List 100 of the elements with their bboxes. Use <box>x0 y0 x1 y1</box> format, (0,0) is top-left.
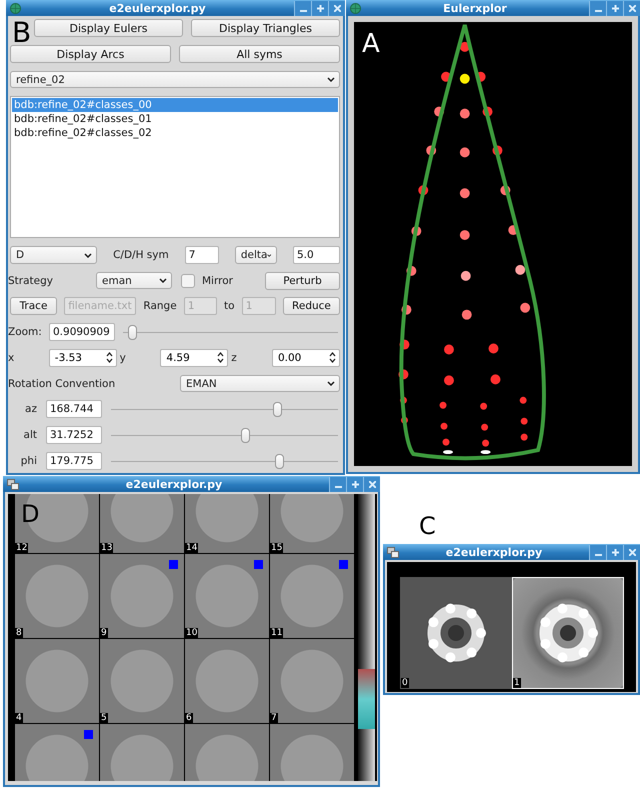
strategy-label: Strategy <box>8 274 54 286</box>
windows-icon <box>387 546 399 558</box>
panel-label: B <box>12 19 32 47</box>
ring-particle-drawing <box>538 603 598 663</box>
maximize-button[interactable] <box>606 544 623 560</box>
windows-icon <box>7 478 19 490</box>
strategy-dropdown[interactable]: eman <box>96 272 172 289</box>
display-triangles-button[interactable]: Display Triangles <box>191 19 340 37</box>
image-index: 11 <box>270 628 284 638</box>
axis-label: x <box>8 352 16 364</box>
caret-icon <box>327 77 335 82</box>
angle-label: az <box>24 403 37 415</box>
caret-icon <box>159 278 167 283</box>
range-label: Range <box>143 300 177 312</box>
dataset-dropdown[interactable]: refine_02 <box>10 71 340 88</box>
particle-image-placeholder[interactable]: 7 <box>270 639 354 723</box>
particle-image-placeholder[interactable]: 9 <box>100 554 184 638</box>
coordinate-spinbox[interactable]: -3.53 <box>48 349 117 367</box>
particle-image-placeholder[interactable]: 14 <box>185 494 269 553</box>
close-icon <box>334 4 340 12</box>
minimize-button[interactable] <box>294 0 311 16</box>
window-title: Eulerxplor <box>442 2 508 14</box>
all-syms-button[interactable]: All syms <box>179 45 340 63</box>
particle-image-placeholder[interactable]: 15 <box>270 494 354 553</box>
image-index: 6 <box>185 713 193 723</box>
rotation-convention-dropdown[interactable]: EMAN <box>180 375 340 392</box>
plus-icon <box>612 4 618 12</box>
image-index: 4 <box>15 713 23 723</box>
list-item[interactable]: bdb:refine_02#classes_02 <box>12 126 338 140</box>
image-index: 7 <box>270 713 278 723</box>
image-index: 12 <box>15 543 28 553</box>
minimize-button[interactable] <box>589 544 606 560</box>
class-average-image[interactable]: 1 <box>512 577 624 689</box>
display-eulers-button[interactable]: Display Eulers <box>34 19 183 37</box>
sampling-field[interactable]: 5.0 <box>292 246 340 264</box>
symmetry-field[interactable]: 7 <box>184 246 219 264</box>
angle-field[interactable]: 31.7252 <box>46 426 102 444</box>
particle-image-placeholder[interactable]: 4 <box>15 639 99 723</box>
close-button[interactable] <box>328 0 345 16</box>
slider-thumb[interactable] <box>240 428 250 442</box>
viewer-canvas[interactable]: A <box>351 19 635 469</box>
coordinate-spinbox[interactable]: 0.00 <box>272 349 340 367</box>
close-button[interactable] <box>623 544 640 560</box>
image-index: 13 <box>100 543 114 553</box>
close-icon <box>628 548 636 556</box>
caret-icon <box>267 252 272 258</box>
slider-thumb[interactable] <box>272 402 282 416</box>
spin-arrows-icon <box>217 352 224 363</box>
window-title: e2eulerxplor.py <box>124 478 224 490</box>
image-index: 9 <box>100 628 108 638</box>
maximize-button[interactable] <box>311 0 328 16</box>
zoom-label: Zoom: <box>8 326 41 338</box>
particle-image-placeholder[interactable]: 13 <box>100 494 184 553</box>
mirror-checkbox[interactable] <box>181 274 195 288</box>
maximize-button[interactable] <box>346 476 363 492</box>
angle-label: phi <box>20 455 37 467</box>
symmetry-type-dropdown[interactable]: D <box>10 246 97 264</box>
trace-button[interactable]: Trace <box>10 297 57 315</box>
particle-image-placeholder[interactable]: 6 <box>185 639 269 723</box>
reduce-button[interactable]: Reduce <box>282 297 340 315</box>
close-icon <box>628 4 636 12</box>
globe-icon <box>350 2 361 14</box>
plus-icon <box>316 4 324 12</box>
perturb-button[interactable]: Perturb <box>265 272 340 290</box>
particle-image-placeholder[interactable]: 10 <box>185 554 269 638</box>
axis-label: y <box>120 352 127 364</box>
sampling-dropdown[interactable]: delta <box>234 246 277 264</box>
minimize-button[interactable] <box>589 0 606 16</box>
particle-image-placeholder[interactable]: 8 <box>15 554 99 638</box>
coordinate-spinbox[interactable]: 4.59 <box>160 349 228 367</box>
close-icon <box>368 480 376 488</box>
symmetry-label: C/D/H sym <box>113 249 169 261</box>
ring-particle-drawing <box>426 603 486 663</box>
maximize-button[interactable] <box>606 0 623 16</box>
close-button[interactable] <box>623 0 640 16</box>
slider-thumb[interactable] <box>274 454 284 468</box>
globe-icon <box>10 2 21 14</box>
image-index: 0 <box>401 678 409 688</box>
plus-icon <box>612 548 618 556</box>
scrollbar[interactable] <box>358 494 375 781</box>
particle-image-placeholder[interactable]: 5 <box>100 639 184 723</box>
minimize-button[interactable] <box>329 476 346 492</box>
to-label: to <box>224 300 235 312</box>
image-index: 5 <box>100 713 108 723</box>
panel-label: D <box>21 502 40 526</box>
zoom-field[interactable]: 0.9090909 <box>49 323 115 341</box>
axis-label: z <box>231 352 238 364</box>
display-arcs-button[interactable]: Display Arcs <box>10 45 171 63</box>
caret-icon <box>84 252 92 258</box>
angle-field[interactable]: 168.744 <box>46 400 102 418</box>
panel-label: A <box>362 31 380 57</box>
angle-field[interactable]: 179.775 <box>46 452 102 470</box>
class-average-image[interactable]: 0 <box>400 577 512 689</box>
slider-thumb[interactable] <box>128 324 137 340</box>
image-index: 1 <box>513 678 521 688</box>
list-item[interactable]: bdb:refine_02#classes_01 <box>12 112 338 126</box>
rotation-convention-label: Rotation Convention <box>8 378 116 390</box>
particle-image-placeholder[interactable]: 11 <box>270 554 354 638</box>
close-button[interactable] <box>363 476 380 492</box>
spin-arrows-icon <box>106 352 113 363</box>
